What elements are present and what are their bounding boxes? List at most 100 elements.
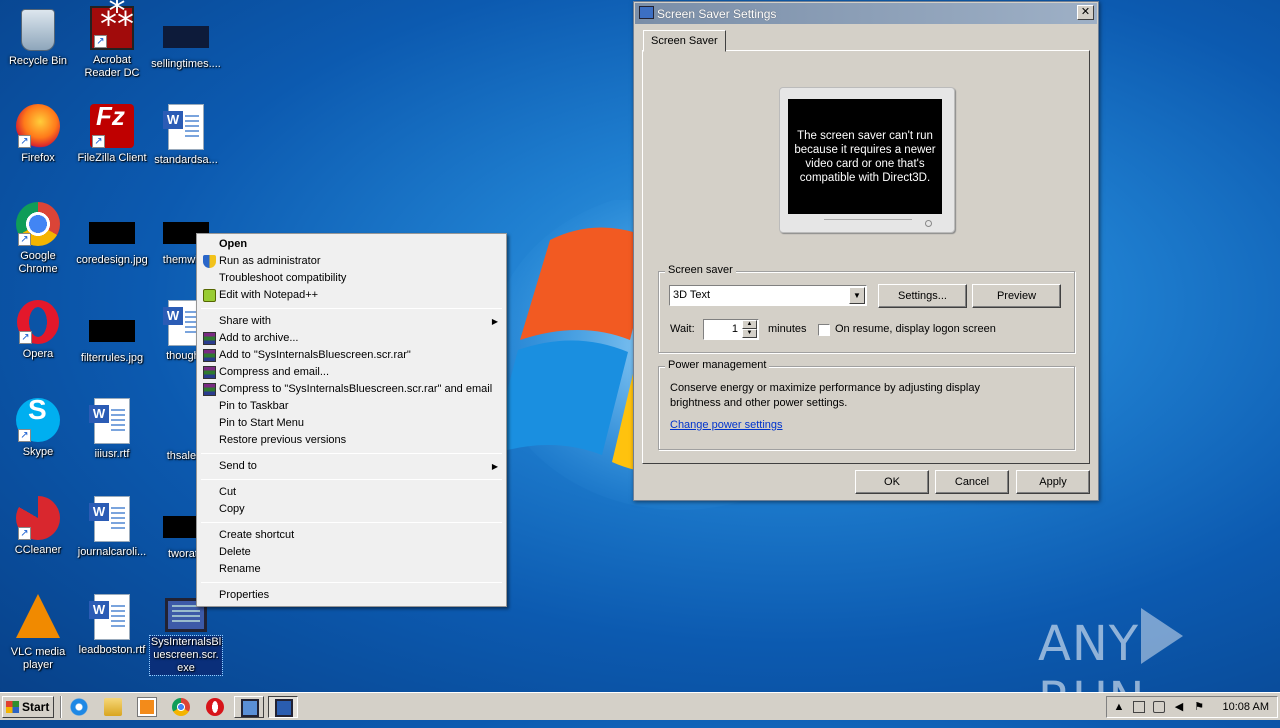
menu-item-rename[interactable]: Rename [199, 561, 504, 578]
submenu-arrow-icon: ▶ [491, 462, 498, 471]
menu-separator [201, 582, 502, 583]
image-thumbnail-icon [89, 222, 135, 244]
apply-button[interactable]: Apply [1016, 470, 1090, 494]
spin-up-icon[interactable]: ▲ [742, 320, 757, 329]
menu-item-properties[interactable]: Properties [199, 587, 504, 604]
menu-item-copy[interactable]: Copy [199, 501, 504, 518]
menu-item-compress-email[interactable]: Compress and email... [199, 364, 504, 381]
desktop-icon-sellingtimes[interactable]: sellingtimes.... [148, 6, 224, 71]
menu-item-pin-start[interactable]: Pin to Start Menu [199, 415, 504, 432]
winrar-icon [203, 383, 216, 396]
word-document-icon [89, 398, 130, 444]
shortcut-arrow-icon: ↗ [18, 429, 31, 442]
shortcut-arrow-icon: ↗ [92, 135, 105, 148]
network-icon[interactable] [1153, 701, 1165, 713]
desktop-icon-journalcaroli[interactable]: journalcaroli... [74, 496, 150, 559]
resume-logon-checkbox[interactable] [818, 324, 830, 336]
desktop-icon-coredesign[interactable]: coredesign.jpg [74, 202, 150, 267]
skype-icon: ↗ [16, 398, 60, 442]
show-hidden-icons-icon[interactable]: ▲ [1113, 701, 1125, 713]
menu-item-cut[interactable]: Cut [199, 484, 504, 501]
taskbar: Start ▲ ◀ ⚑ 10:08 AM [0, 692, 1280, 720]
monitor-icon [639, 6, 654, 19]
desktop-icon-leadboston[interactable]: leadboston.rtf [74, 594, 150, 657]
desktop-icon-chrome[interactable]: ↗ Google Chrome [0, 202, 76, 276]
spin-down-icon[interactable]: ▼ [742, 329, 757, 338]
dialog-title: Screen Saver Settings [657, 7, 777, 21]
menu-item-add-to-archive[interactable]: Add to archive... [199, 330, 504, 347]
minutes-label: minutes [768, 323, 807, 335]
chrome-icon[interactable] [172, 698, 190, 716]
desktop-icon-opera[interactable]: ↗ Opera [0, 300, 76, 361]
winrar-icon [203, 332, 216, 345]
close-button[interactable]: ✕ [1077, 5, 1094, 20]
image-thumbnail-icon [89, 320, 135, 342]
menu-item-create-shortcut[interactable]: Create shortcut [199, 527, 504, 544]
filezilla-icon: ↗ [90, 104, 134, 148]
desktop-icon-acrobat[interactable]: ↗ Acrobat Reader DC [74, 6, 150, 80]
shortcut-arrow-icon: ↗ [18, 135, 31, 148]
monitor-bezel [824, 219, 912, 229]
tab-screen-saver[interactable]: Screen Saver [643, 30, 726, 52]
menu-item-send-to[interactable]: Send to ▶ [199, 458, 504, 475]
screensaver-icon [275, 699, 293, 717]
menu-item-share-with[interactable]: Share with ▶ [199, 313, 504, 330]
word-document-icon [89, 594, 130, 640]
taskbar-task-display[interactable] [234, 696, 264, 718]
shortcut-arrow-icon: ↗ [18, 527, 31, 540]
vlc-icon [16, 594, 60, 638]
wait-minutes-stepper[interactable]: 1 ▲ ▼ [703, 319, 759, 340]
change-power-settings-link[interactable]: Change power settings [670, 419, 783, 431]
notepadpp-icon [203, 289, 216, 302]
word-document-icon [89, 496, 130, 542]
shortcut-arrow-icon: ↗ [18, 233, 31, 246]
action-center-icon[interactable] [1133, 701, 1145, 713]
winrar-icon [203, 366, 216, 379]
winrar-icon [203, 349, 216, 362]
screensaver-select[interactable]: 3D Text ▼ [669, 285, 867, 306]
windows-flag-icon [6, 701, 19, 713]
menu-item-restore-versions[interactable]: Restore previous versions [199, 432, 504, 449]
menu-item-add-to-rar[interactable]: Add to "SysInternalsBluescreen.scr.rar" [199, 347, 504, 364]
clock[interactable]: 10:08 AM [1223, 701, 1269, 713]
menu-item-troubleshoot[interactable]: Troubleshoot compatibility [199, 270, 504, 287]
menu-item-run-as-admin[interactable]: Run as administrator [199, 253, 504, 270]
firefox-icon: ↗ [16, 104, 60, 148]
menu-item-compress-rar-email[interactable]: Compress to "SysInternalsBluescreen.scr.… [199, 381, 504, 398]
desktop-icon-ccleaner[interactable]: ↗ CCleaner [0, 496, 76, 557]
settings-button[interactable]: Settings... [878, 284, 967, 308]
wait-label: Wait: [670, 323, 695, 335]
preview-monitor: The screen saver can't run because it re… [779, 87, 955, 233]
shortcut-arrow-icon: ↗ [94, 35, 107, 48]
opera-icon: ↗ [17, 300, 59, 344]
opera-icon[interactable] [206, 698, 224, 716]
menu-separator [201, 479, 502, 480]
system-tray: ▲ ◀ ⚑ 10:08 AM [1106, 696, 1278, 718]
preview-button[interactable]: Preview [972, 284, 1061, 308]
desktop-icon-standardsa[interactable]: standardsa... [148, 104, 224, 167]
menu-item-delete[interactable]: Delete [199, 544, 504, 561]
explorer-icon[interactable] [104, 698, 122, 716]
desktop-icon-iiiusr[interactable]: iiiusr.rtf [74, 398, 150, 461]
power-description: Conserve energy or maximize performance … [670, 382, 980, 409]
menu-item-open[interactable]: Open [199, 236, 504, 253]
chevron-down-icon[interactable]: ▼ [849, 287, 865, 304]
menu-item-edit-notepadpp[interactable]: Edit with Notepad++ [199, 287, 504, 304]
start-button[interactable]: Start [2, 696, 54, 718]
desktop-icon-skype[interactable]: ↗ Skype [0, 398, 76, 459]
menu-item-pin-taskbar[interactable]: Pin to Taskbar [199, 398, 504, 415]
ie-icon[interactable] [70, 698, 88, 716]
desktop-icon-recycle-bin[interactable]: Recycle Bin [0, 6, 76, 68]
screen-saver-settings-dialog: Screen Saver Settings ✕ Screen Saver The… [633, 1, 1099, 501]
volume-icon[interactable]: ◀ [1173, 701, 1185, 713]
taskbar-task-screensaver[interactable] [268, 696, 298, 718]
cancel-button[interactable]: Cancel [935, 470, 1009, 494]
flag-icon[interactable]: ⚑ [1193, 701, 1205, 713]
desktop-icon-firefox[interactable]: ↗ Firefox [0, 104, 76, 165]
ok-button[interactable]: OK [855, 470, 929, 494]
media-player-icon[interactable] [138, 698, 156, 716]
desktop-icon-vlc[interactable]: VLC media player [0, 594, 76, 672]
dialog-titlebar[interactable]: Screen Saver Settings ✕ [635, 3, 1097, 24]
desktop-icon-filezilla[interactable]: ↗ FileZilla Client [74, 104, 150, 165]
desktop-icon-filterrules[interactable]: filterrules.jpg [74, 300, 150, 365]
